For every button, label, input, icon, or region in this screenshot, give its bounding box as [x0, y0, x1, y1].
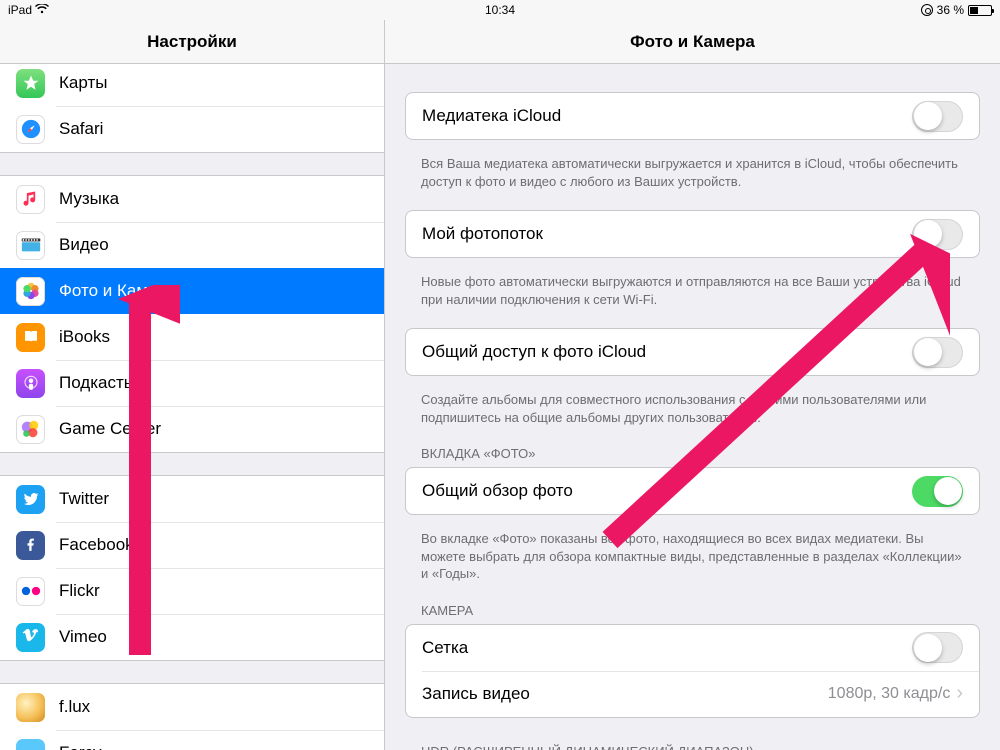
detail-panel: Фото и Камера Медиатека iCloud Вся Ваша …: [385, 20, 1000, 750]
toggle-icloud-sharing[interactable]: [912, 337, 963, 368]
sidebar-item-music[interactable]: Музыка: [0, 176, 384, 222]
sidebar-item-label: Vimeo: [59, 627, 368, 647]
row-label: Общий доступ к фото iCloud: [422, 342, 912, 362]
desc-photo-stream: Новые фото автоматически выгружаются и о…: [385, 266, 1000, 328]
sidebar-item-ibooks[interactable]: iBooks: [0, 314, 384, 360]
status-time: 10:34: [485, 3, 515, 17]
sidebar-item-label: Карты: [59, 73, 368, 93]
desc-icloud-sharing: Создайте альбомы для совместного использ…: [385, 384, 1000, 446]
sidebar-item-label: Фото и Камера: [59, 281, 368, 301]
sidebar-item-label: Game Center: [59, 419, 368, 439]
sidebar-item-label: Forcy: [59, 743, 368, 750]
section-header-hdr: HDR (РАСШИРЕННЫЙ ДИНАМИЧЕСКИЙ ДИАПАЗОН): [385, 726, 1000, 750]
sidebar-item-label: iBooks: [59, 327, 368, 347]
settings-sidebar: Настройки Карты Safari Музыка: [0, 20, 385, 750]
device-label: iPad: [8, 3, 49, 17]
sidebar-item-video[interactable]: Видео: [0, 222, 384, 268]
podcasts-icon: [16, 369, 45, 398]
twitter-icon: [16, 485, 45, 514]
row-label: Общий обзор фото: [422, 481, 912, 501]
maps-icon: [16, 69, 45, 98]
sidebar-item-flickr[interactable]: Flickr: [0, 568, 384, 614]
orientation-lock-icon: [921, 4, 933, 16]
section-header-photos-tab: ВКЛАДКА «ФОТО»: [385, 446, 1000, 467]
photos-icon: [16, 277, 45, 306]
sidebar-item-label: f.lux: [59, 697, 368, 717]
flickr-icon: [16, 577, 45, 606]
sidebar-item-label: Facebook: [59, 535, 368, 555]
toggle-grid[interactable]: [912, 632, 963, 663]
sidebar-item-flux[interactable]: f.lux: [0, 684, 384, 730]
detail-title: Фото и Камера: [385, 20, 1000, 64]
ibooks-icon: [16, 323, 45, 352]
row-icloud-library[interactable]: Медиатека iCloud: [406, 93, 979, 139]
desc-icloud-library: Вся Ваша медиатека автоматически выгружа…: [385, 148, 1000, 210]
sidebar-item-label: Twitter: [59, 489, 368, 509]
vimeo-icon: [16, 623, 45, 652]
forcy-icon: [16, 739, 45, 750]
sidebar-item-game-center[interactable]: Game Center: [0, 406, 384, 452]
battery-percent: 36 %: [937, 3, 964, 17]
flux-icon: [16, 693, 45, 722]
row-icloud-sharing[interactable]: Общий доступ к фото iCloud: [406, 329, 979, 375]
toggle-icloud-library[interactable]: [912, 101, 963, 132]
row-value: 1080p, 30 кадр/с: [828, 685, 951, 703]
sidebar-item-forcy[interactable]: Forcy: [0, 730, 384, 750]
sidebar-item-photos-camera[interactable]: Фото и Камера: [0, 268, 384, 314]
section-header-camera: КАМЕРА: [385, 603, 1000, 624]
sidebar-item-label: Видео: [59, 235, 368, 255]
toggle-photo-stream[interactable]: [912, 219, 963, 250]
status-bar: iPad 10:34 36 %: [0, 0, 1000, 20]
wifi-icon: [35, 3, 49, 17]
row-photo-stream[interactable]: Мой фотопоток: [406, 211, 979, 257]
sidebar-item-label: Safari: [59, 119, 368, 139]
desc-photo-overview: Во вкладке «Фото» показаны все фото, нах…: [385, 523, 1000, 603]
sidebar-title: Настройки: [0, 20, 384, 64]
row-label: Запись видео: [422, 684, 828, 704]
sidebar-item-maps[interactable]: Карты: [0, 64, 384, 106]
status-right: 36 %: [921, 3, 992, 17]
facebook-icon: [16, 531, 45, 560]
video-icon: [16, 231, 45, 260]
battery-icon: [968, 5, 992, 16]
safari-icon: [16, 115, 45, 144]
row-grid[interactable]: Сетка: [406, 625, 979, 671]
row-record-video[interactable]: Запись видео 1080p, 30 кадр/с ›: [406, 671, 979, 717]
toggle-photo-overview[interactable]: [912, 476, 963, 507]
sidebar-item-label: Музыка: [59, 189, 368, 209]
music-icon: [16, 185, 45, 214]
row-photo-overview[interactable]: Общий обзор фото: [406, 468, 979, 514]
row-label: Медиатека iCloud: [422, 106, 912, 126]
chevron-right-icon: ›: [956, 682, 963, 705]
sidebar-item-safari[interactable]: Safari: [0, 106, 384, 152]
game-center-icon: [16, 415, 45, 444]
sidebar-item-label: Flickr: [59, 581, 368, 601]
row-label: Сетка: [422, 638, 912, 658]
sidebar-item-label: Подкасты: [59, 373, 368, 393]
sidebar-item-vimeo[interactable]: Vimeo: [0, 614, 384, 660]
sidebar-item-twitter[interactable]: Twitter: [0, 476, 384, 522]
row-label: Мой фотопоток: [422, 224, 912, 244]
sidebar-item-facebook[interactable]: Facebook: [0, 522, 384, 568]
sidebar-item-podcasts[interactable]: Подкасты: [0, 360, 384, 406]
